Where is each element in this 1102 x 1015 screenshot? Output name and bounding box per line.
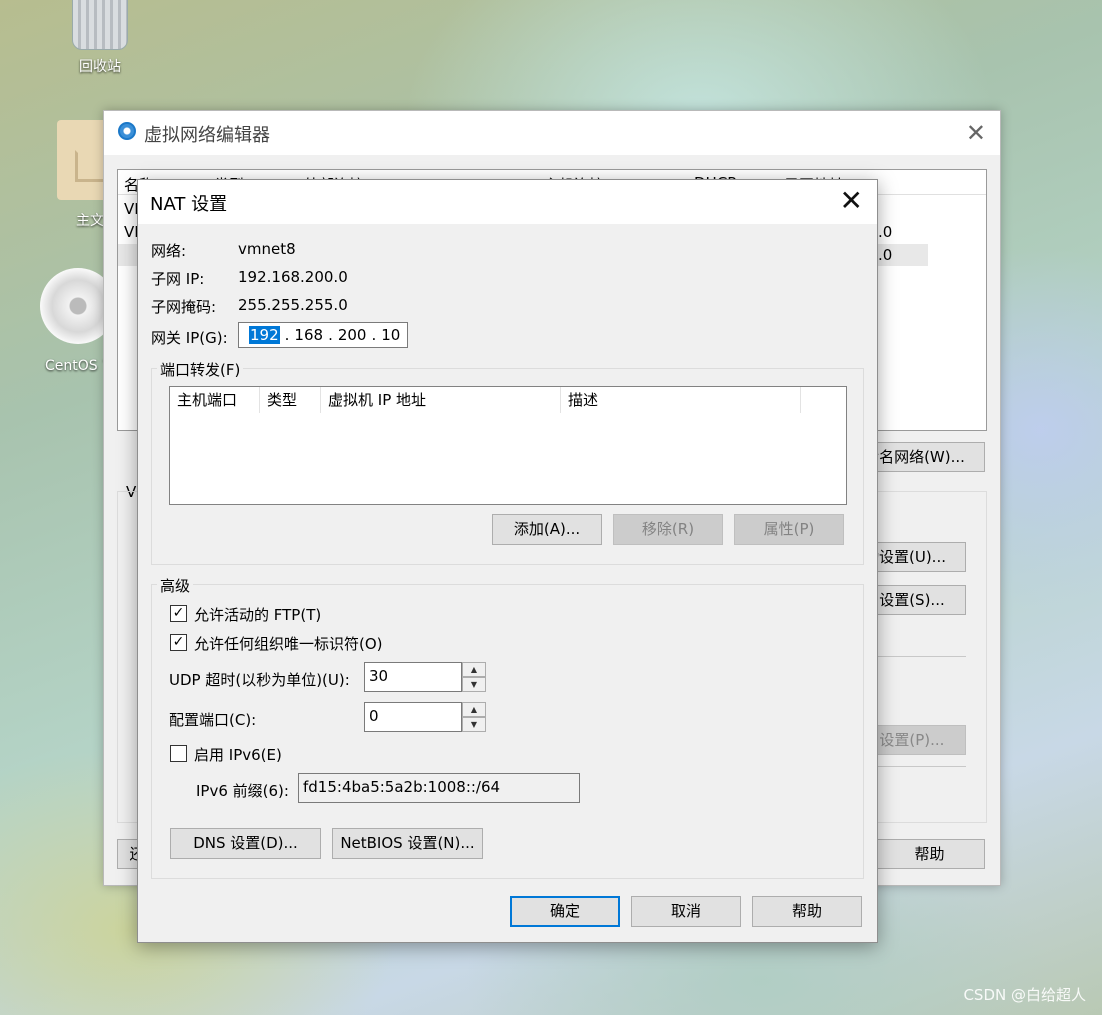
recycle-bin-label: 回收站	[79, 59, 121, 75]
col-vm-ip[interactable]: 虚拟机 IP 地址	[321, 387, 561, 413]
arrow-down-icon[interactable]: ▼	[462, 717, 486, 732]
gateway-octet-2[interactable]: 168	[294, 326, 323, 344]
arrow-up-icon[interactable]: ▲	[462, 662, 486, 677]
gateway-ip-input[interactable]: 192. 168. 200. 10	[238, 322, 408, 348]
dns-settings-button[interactable]: DNS 设置(D)...	[170, 828, 321, 859]
ip-dot: .	[371, 326, 377, 344]
config-port-stepper[interactable]: ▲ ▼	[462, 702, 486, 732]
bg-titlebar: 虚拟网络编辑器 ✕	[104, 111, 1000, 155]
config-port-input[interactable]: 0	[364, 702, 462, 732]
network-label: 网络:	[151, 242, 187, 260]
remove-button[interactable]: 移除(R)	[613, 514, 723, 545]
allow-ftp-checkbox[interactable]: ✓	[170, 605, 187, 622]
subnet-mask-value: 255.255.255.0	[238, 296, 348, 314]
col-type[interactable]: 类型	[260, 387, 321, 413]
watermark: CSDN @白给超人	[963, 986, 1086, 1004]
allow-oui-checkbox[interactable]: ✓	[170, 634, 187, 651]
gateway-octet-1[interactable]: 192	[249, 326, 280, 344]
config-port-label: 配置端口(C):	[169, 711, 257, 729]
col-description[interactable]: 描述	[561, 387, 801, 413]
port-forwarding-list[interactable]: 主机端口 类型 虚拟机 IP 地址 描述	[169, 386, 847, 505]
recycle-bin-icon[interactable]: 回收站	[50, 0, 150, 76]
udp-timeout-input[interactable]: 30	[364, 662, 462, 692]
dialog-title: NAT 设置	[150, 194, 228, 215]
gateway-label: 网关 IP(G):	[151, 329, 228, 347]
netbios-settings-button[interactable]: NetBIOS 设置(N)...	[332, 828, 483, 859]
ok-button[interactable]: 确定	[510, 896, 620, 927]
trash-can-icon	[72, 0, 128, 50]
network-value: vmnet8	[238, 240, 296, 258]
add-button[interactable]: 添加(A)...	[492, 514, 602, 545]
dialog-titlebar: NAT 设置 ✕	[138, 180, 877, 224]
udp-timeout-label: UDP 超时(以秒为单位)(U):	[169, 671, 350, 689]
arrow-up-icon[interactable]: ▲	[462, 702, 486, 717]
subnet-tail: .0	[878, 223, 893, 241]
advanced-title: 高级	[157, 575, 194, 596]
ip-dot: .	[284, 326, 290, 344]
bg-help-button[interactable]: 帮助	[874, 839, 985, 869]
allow-oui-label[interactable]: 允许任何组织唯一标识符(O)	[194, 633, 383, 654]
ipv6-prefix-label: IPv6 前缀(6):	[196, 782, 289, 800]
port-forwarding-title: 端口转发(F)	[157, 359, 244, 380]
subnet-ip-value: 192.168.200.0	[238, 268, 348, 286]
subnet-mask-label: 子网掩码:	[151, 298, 217, 316]
ip-dot: .	[328, 326, 333, 344]
enable-ipv6-label[interactable]: 启用 IPv6(E)	[194, 744, 282, 765]
udp-timeout-stepper[interactable]: ▲ ▼	[462, 662, 486, 692]
bg-window-title: 虚拟网络编辑器	[144, 125, 270, 146]
gateway-octet-3[interactable]: 200	[338, 326, 367, 344]
subnet-ip-label: 子网 IP:	[151, 270, 205, 288]
nat-settings-dialog: NAT 设置 ✕ 网络: vmnet8 子网 IP: 192.168.200.0…	[137, 179, 878, 943]
close-icon[interactable]: ✕	[840, 184, 863, 217]
col-host-port[interactable]: 主机端口	[170, 387, 260, 413]
enable-ipv6-checkbox[interactable]	[170, 745, 187, 762]
globe-icon	[118, 122, 136, 140]
gateway-octet-4[interactable]: 10	[381, 326, 400, 344]
arrow-down-icon[interactable]: ▼	[462, 677, 486, 692]
bg-close-icon[interactable]: ✕	[966, 119, 986, 147]
subnet-tail: .0	[878, 246, 893, 264]
properties-button[interactable]: 属性(P)	[734, 514, 844, 545]
help-button[interactable]: 帮助	[752, 896, 862, 927]
allow-ftp-label[interactable]: 允许活动的 FTP(T)	[194, 604, 321, 625]
cancel-button[interactable]: 取消	[631, 896, 741, 927]
ipv6-prefix-input[interactable]: fd15:4ba5:5a2b:1008::/64	[298, 773, 580, 803]
